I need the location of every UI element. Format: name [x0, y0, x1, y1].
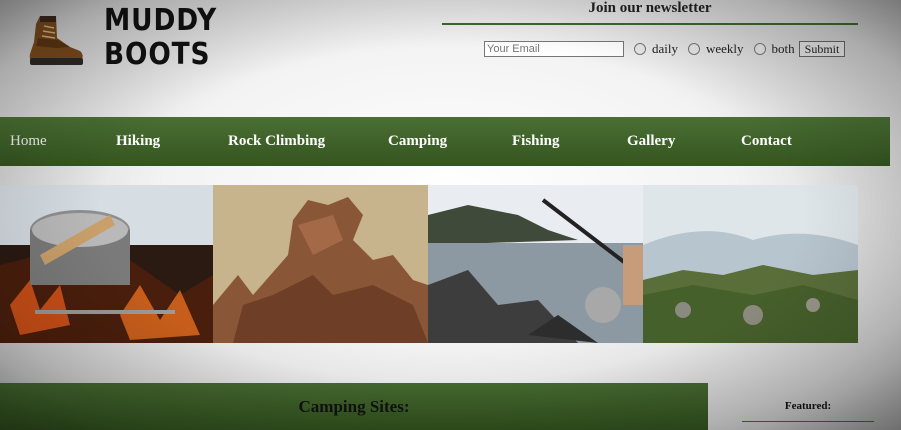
camping-sites-heading: Camping Sites:: [298, 397, 410, 416]
newsletter-signup: Join our newsletter daily weekly both Su…: [440, 0, 860, 70]
featured-divider: [742, 421, 874, 422]
nav-home[interactable]: Home: [10, 117, 47, 166]
submit-button[interactable]: Submit: [798, 41, 846, 57]
photo-rock-formation[interactable]: [213, 185, 428, 343]
photo-gallery: [0, 185, 858, 343]
brand-name-line2: BOOTS: [104, 37, 211, 72]
main-nav: Home Hiking Rock Climbing Camping Fishin…: [0, 117, 890, 166]
photo-campfire[interactable]: [0, 185, 213, 343]
newsletter-title: Join our newsletter: [588, 0, 712, 16]
site-logo[interactable]: MUDDY BOOTS: [24, 4, 216, 80]
nav-fishing[interactable]: Fishing: [512, 117, 560, 166]
brand-name-line1: MUDDY: [104, 3, 218, 38]
brand-name: MUDDY BOOTS: [104, 4, 217, 72]
photo-fishing[interactable]: [428, 185, 643, 343]
daily-label: daily: [652, 41, 678, 56]
featured-label: Featured:: [784, 400, 832, 412]
email-input[interactable]: [484, 41, 624, 57]
weekly-label: weekly: [706, 41, 744, 56]
newsletter-divider: [442, 23, 858, 25]
weekly-radio[interactable]: [688, 43, 700, 55]
nav-contact[interactable]: Contact: [741, 117, 792, 166]
featured-sidebar: Featured:: [742, 400, 874, 422]
hiking-boot-icon: [29, 16, 83, 65]
newsletter-form: daily weekly both Submit: [484, 41, 846, 57]
content-header: Camping Sites:: [0, 383, 708, 430]
nav-rock-climbing[interactable]: Rock Climbing: [228, 117, 325, 166]
both-radio[interactable]: [753, 43, 766, 55]
nav-gallery[interactable]: Gallery: [627, 117, 675, 166]
nav-hiking[interactable]: Hiking: [116, 117, 160, 166]
photo-hills[interactable]: [643, 185, 858, 343]
daily-radio[interactable]: [634, 43, 646, 55]
nav-camping[interactable]: Camping: [388, 117, 447, 166]
both-label: both: [771, 41, 795, 56]
